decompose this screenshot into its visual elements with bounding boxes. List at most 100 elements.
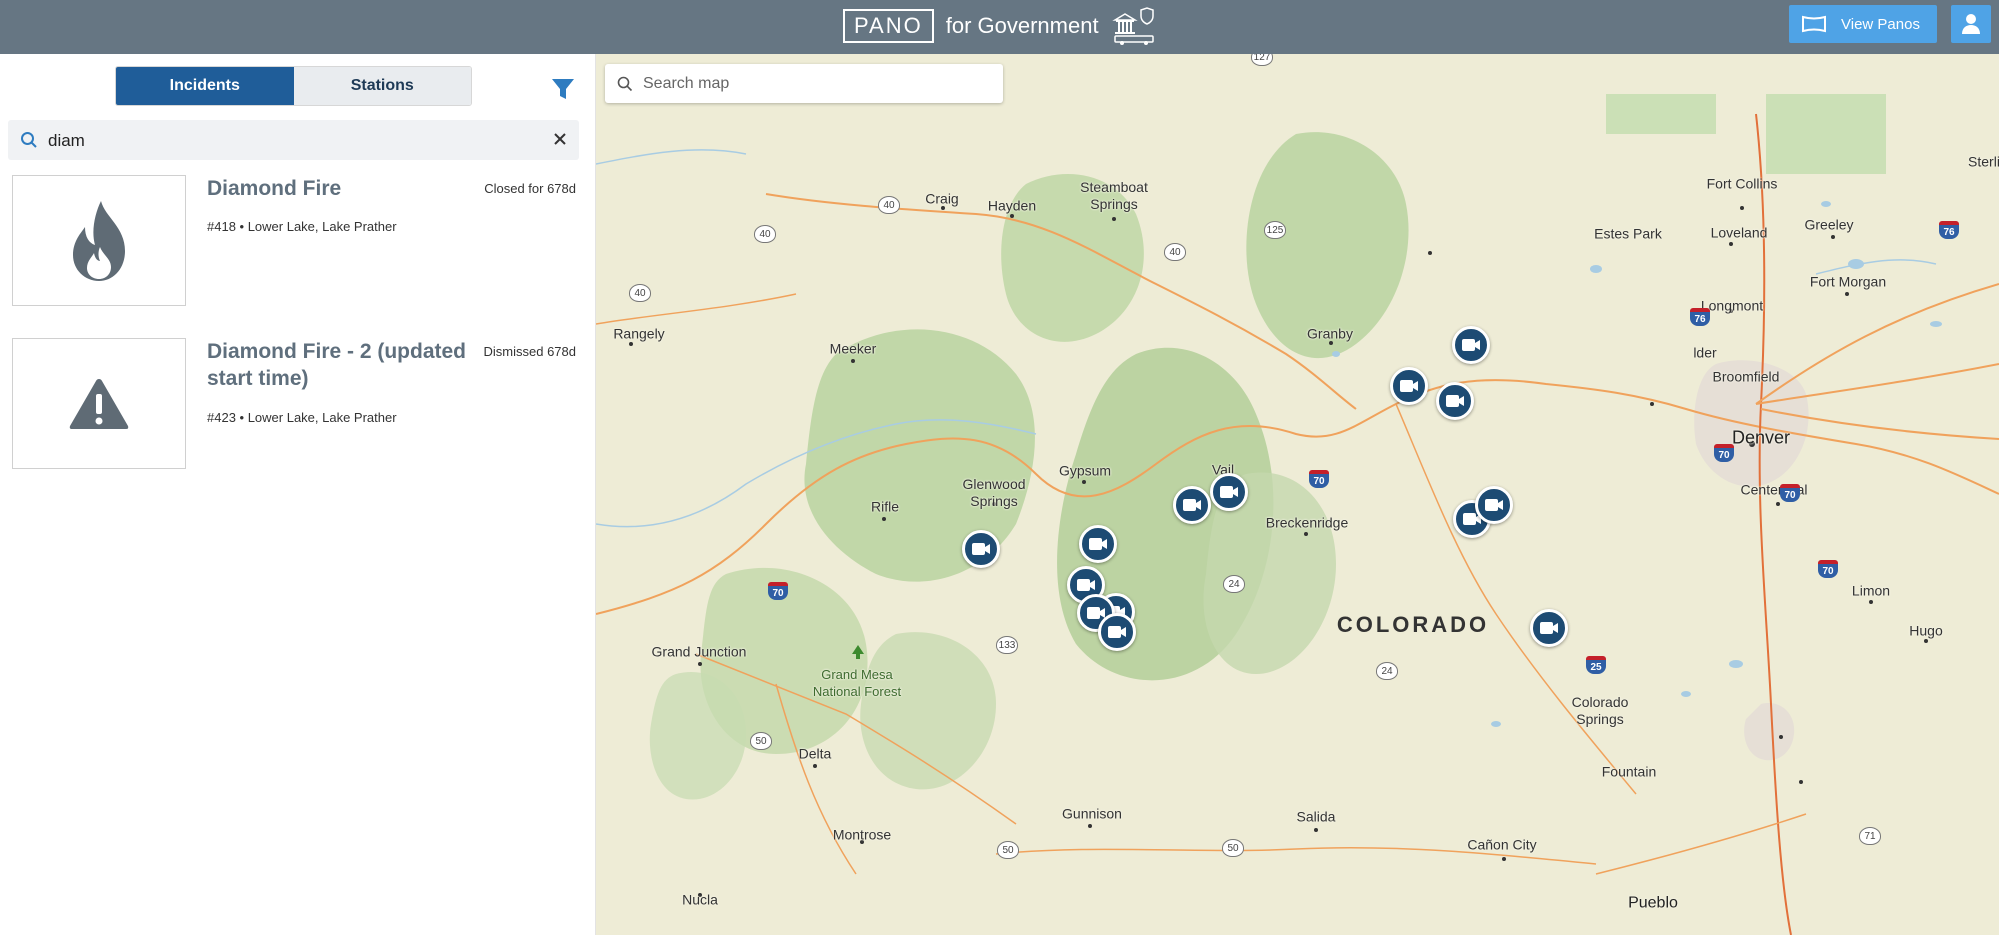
view-panos-label: View Panos	[1841, 15, 1920, 33]
search-icon	[21, 132, 37, 148]
incident-thumbnail	[12, 338, 186, 469]
map-label-steamboat-springs: Steamboat Springs	[1080, 179, 1148, 212]
route-shield: 24	[1376, 662, 1398, 680]
route-shield: 125	[1264, 221, 1286, 239]
map-label-rifle: Rifle	[870, 498, 900, 515]
incident-list-item[interactable]: Diamond Fire Closed for 678d #418 • Lowe…	[12, 175, 587, 307]
interstate-shield: 25	[1586, 656, 1606, 674]
map-label-fort-collins: Fort Collins	[1706, 175, 1778, 192]
brand-logo: PANO for Government	[843, 6, 1157, 46]
map-label-granby: Granby	[1307, 325, 1353, 342]
camera-station-marker[interactable]	[1452, 326, 1490, 364]
map-label-fountain: Fountain	[1601, 763, 1657, 780]
video-camera-icon	[1183, 499, 1201, 511]
route-shield: 50	[750, 732, 772, 750]
interstate-shield: 76	[1939, 221, 1959, 239]
map-label-broomfield: Broomfield	[1712, 368, 1780, 385]
route-shield: 50	[997, 841, 1019, 859]
route-shield: 40	[1164, 243, 1186, 261]
interstate-shield: 70	[1780, 484, 1800, 502]
route-shield: 71	[1859, 827, 1881, 845]
government-icons	[1111, 6, 1157, 46]
fire-icon	[73, 200, 125, 281]
camera-station-marker[interactable]	[1475, 486, 1513, 524]
camera-station-marker[interactable]	[1079, 525, 1117, 563]
interstate-shield: 70	[768, 582, 788, 600]
map-label-denver: Denver	[1731, 427, 1791, 448]
search-icon	[617, 76, 633, 92]
video-camera-icon	[1400, 380, 1418, 392]
brand-logo-box: PANO	[843, 9, 934, 43]
video-camera-icon	[1089, 538, 1107, 550]
camera-station-marker[interactable]	[1098, 613, 1136, 651]
incident-status: Dismissed 678d	[483, 344, 577, 359]
incident-meta: #418 • Lower Lake, Lake Prather	[207, 219, 397, 234]
clear-search-icon[interactable]	[552, 131, 568, 147]
camera-station-marker[interactable]	[1530, 609, 1568, 647]
incident-meta: #423 • Lower Lake, Lake Prather	[207, 410, 397, 425]
map-label-delta: Delta	[798, 745, 832, 762]
camera-station-marker[interactable]	[1390, 367, 1428, 405]
interstate-shield: 70	[1714, 444, 1734, 462]
video-camera-icon	[1077, 579, 1095, 591]
incident-status: Closed for 678d	[484, 181, 576, 196]
route-shield: 133	[996, 636, 1018, 654]
interstate-shield: 70	[1818, 560, 1838, 578]
map-label-loveland: Loveland	[1710, 224, 1768, 241]
building-firetruck-icon	[1111, 7, 1154, 45]
map-search-input[interactable]	[641, 69, 995, 99]
map-label-grand-mesa: Grand Mesa National Forest	[812, 667, 902, 699]
route-shield: 40	[754, 225, 776, 243]
incident-thumbnail	[12, 175, 186, 306]
map-state-label: COLORADO	[1336, 612, 1490, 637]
map-label-greeley: Greeley	[1804, 216, 1854, 233]
camera-station-marker[interactable]	[1210, 473, 1248, 511]
incident-sidebar: Incidents Stations Diamond Fire Closed f…	[0, 54, 596, 935]
map-label-salida: Salida	[1296, 808, 1336, 825]
map-label-rangely: Rangely	[613, 325, 665, 342]
map-label-grand-junction: Grand Junction	[651, 643, 747, 660]
video-camera-icon	[1446, 395, 1464, 407]
map-label-limon: Limon	[1851, 582, 1891, 599]
tab-incidents[interactable]: Incidents	[116, 67, 294, 105]
incident-title: Diamond Fire - 2 (updated start time)	[207, 340, 467, 390]
map-label-craig: Craig	[925, 190, 959, 207]
map-label-meeker: Meeker	[829, 340, 877, 357]
camera-station-marker[interactable]	[1436, 382, 1474, 420]
route-shield: 24	[1223, 575, 1245, 593]
user-icon	[1962, 14, 1980, 34]
map-label-breckenridge: Breckenridge	[1265, 514, 1349, 531]
map-label-canon-city: Cañon City	[1467, 836, 1537, 853]
incident-list-item[interactable]: Diamond Fire - 2 (updated start time) Di…	[12, 338, 587, 470]
filter-icon[interactable]	[550, 76, 576, 102]
camera-station-marker[interactable]	[1173, 486, 1211, 524]
user-account-button[interactable]	[1951, 5, 1991, 43]
map-label-hugo: Hugo	[1909, 622, 1943, 639]
route-shield: 40	[629, 284, 651, 302]
tab-stations[interactable]: Stations	[293, 67, 471, 105]
map-label-gunnison: Gunnison	[1062, 805, 1122, 822]
map-label-fort-morgan: Fort Morgan	[1809, 273, 1887, 290]
map-label-montrose: Montrose	[832, 826, 892, 843]
top-header: PANO for Government View Panos	[0, 0, 1999, 54]
sidebar-tabs: Incidents Stations	[115, 66, 472, 106]
map-view[interactable]: Craig Hayden Steamboat Springs Fort Coll…	[596, 54, 1999, 935]
warning-icon	[69, 378, 129, 429]
map-label-estes-park: Estes Park	[1594, 225, 1662, 242]
map-label-longmont: Longmont	[1700, 297, 1764, 314]
brand-logo-text: for Government	[945, 13, 1099, 38]
video-camera-icon	[1462, 339, 1480, 351]
video-camera-icon	[1108, 626, 1126, 638]
route-shield: 50	[1222, 839, 1244, 857]
interstate-shield: 70	[1309, 470, 1329, 488]
video-camera-icon	[1220, 486, 1238, 498]
incident-title: Diamond Fire	[207, 177, 342, 200]
video-camera-icon	[1485, 499, 1503, 511]
national-forest-icon	[852, 645, 864, 659]
camera-station-marker[interactable]	[962, 530, 1000, 568]
map-search-box	[605, 64, 1003, 103]
view-panos-button[interactable]: View Panos	[1789, 5, 1937, 43]
incident-search-input[interactable]	[46, 126, 540, 156]
map-label-nucla: Nucla	[682, 891, 718, 908]
route-shield: 40	[878, 196, 900, 214]
